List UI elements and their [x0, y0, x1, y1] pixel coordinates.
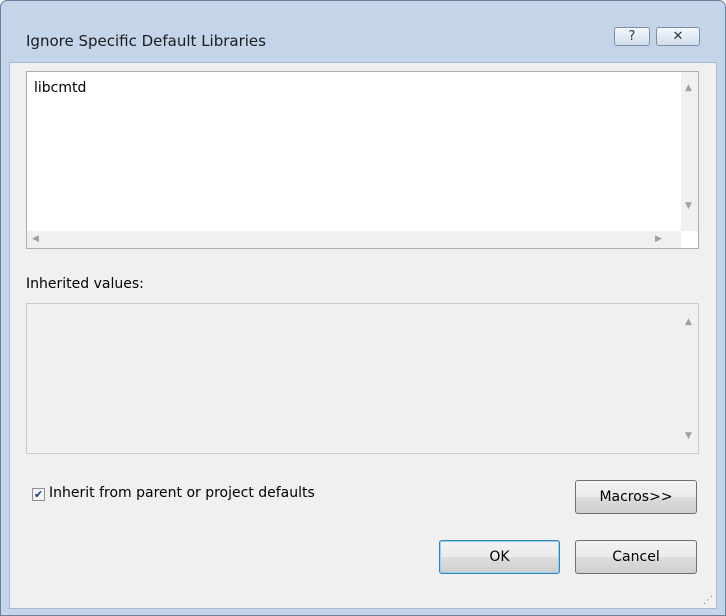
- values-editor[interactable]: libcmtd ▲ ▼ ◀ ▶: [26, 71, 699, 249]
- inherited-vertical-scrollbar[interactable]: ▲ ▼: [681, 304, 698, 453]
- macros-button[interactable]: Macros>>: [575, 480, 697, 514]
- inherit-checkbox-label[interactable]: Inherit from parent or project defaults: [49, 485, 315, 501]
- inherited-values-label: Inherited values:: [26, 276, 144, 292]
- right-arrow-icon[interactable]: ▶: [655, 235, 662, 244]
- close-icon: ✕: [672, 29, 684, 44]
- editor-item[interactable]: libcmtd: [34, 80, 86, 96]
- cancel-button[interactable]: Cancel: [575, 540, 697, 574]
- dialog-client-area: libcmtd ▲ ▼ ◀ ▶ Inherited values: ▲ ▼ ✔ …: [9, 62, 717, 609]
- close-button[interactable]: ✕: [656, 27, 700, 46]
- dialog-window: Ignore Specific Default Libraries ? ✕ li…: [0, 0, 726, 616]
- down-arrow-icon[interactable]: ▼: [685, 202, 692, 211]
- ok-button[interactable]: OK: [439, 540, 560, 574]
- help-icon: ?: [628, 29, 636, 44]
- left-arrow-icon[interactable]: ◀: [32, 235, 39, 244]
- resize-grip-icon[interactable]: ⋰: [703, 595, 713, 606]
- up-arrow-icon[interactable]: ▲: [685, 318, 692, 327]
- horizontal-scrollbar[interactable]: ◀ ▶: [27, 231, 681, 248]
- inherit-checkbox[interactable]: ✔: [32, 488, 45, 501]
- title-bar[interactable]: Ignore Specific Default Libraries ? ✕: [1, 1, 725, 50]
- inherited-values-list: ▲ ▼: [26, 303, 699, 454]
- down-arrow-icon[interactable]: ▼: [685, 432, 692, 441]
- vertical-scrollbar[interactable]: ▲ ▼: [681, 72, 698, 231]
- up-arrow-icon[interactable]: ▲: [685, 84, 692, 93]
- help-button[interactable]: ?: [614, 27, 650, 46]
- window-title: Ignore Specific Default Libraries: [26, 32, 266, 50]
